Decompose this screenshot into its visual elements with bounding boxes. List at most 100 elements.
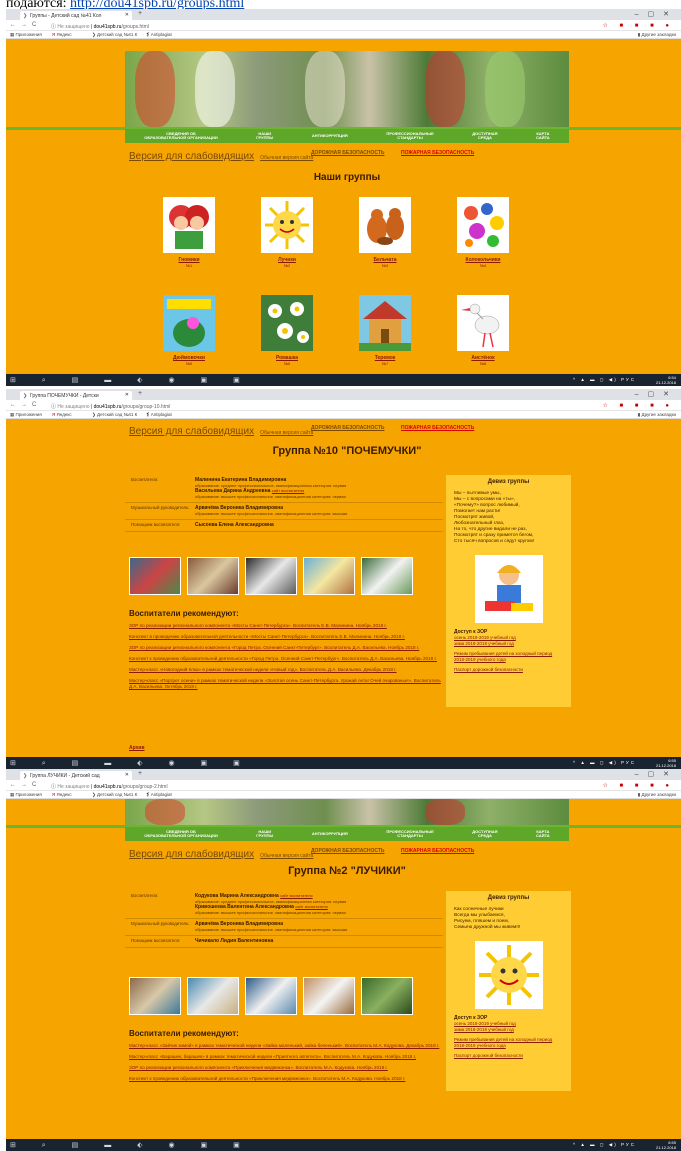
teacher-site-link[interactable]: сайт воспитателя (280, 893, 312, 898)
road-safety-link[interactable]: ДОРОЖНАЯ БЕЗОПАСНОСТЬ (311, 425, 384, 431)
group-card[interactable]: Дюймовочки №5 (154, 295, 224, 366)
menu-item-sitemap[interactable]: КАРТА САЙТА (536, 131, 550, 141)
zor-link[interactable]: зима 2018-2019 учебный год (454, 641, 563, 647)
road-passport-link[interactable]: Паспорт дорожной безопасности (454, 1053, 563, 1059)
group-photo[interactable] (129, 977, 181, 1015)
system-tray[interactable]: ^ ▲ ▬ ◻ ◀) РУС (573, 1142, 636, 1148)
group-photo[interactable] (129, 557, 181, 595)
group-card[interactable]: Аистёнок №8 (448, 295, 518, 366)
group-card[interactable]: Колокольчики №4 (448, 197, 518, 268)
recommend-link[interactable]: Мастер-класс «Портрет осени» в рамках те… (129, 678, 449, 690)
fire-safety-link[interactable]: ПОЖАРНАЯ БЕЗОПАСНОСТЬ (401, 150, 474, 156)
menu-item-info[interactable]: СВЕДЕНИЯ ОБ ОБРАЗОВАТЕЛЬНОЙ ОРГАНИЗАЦИИ (144, 829, 217, 839)
cold-period-link[interactable]: Режим пребывания детей на холодный перио… (454, 651, 563, 662)
bookmark-yandex[interactable]: Я Яндекс (52, 792, 72, 797)
cold-period-link[interactable]: Режим пребывания детей на холодный перио… (454, 1037, 563, 1048)
group-photo[interactable] (245, 557, 297, 595)
new-tab-button[interactable]: + (138, 10, 142, 17)
close-tab-icon[interactable]: ✕ (125, 12, 129, 18)
recommend-link[interactable]: Мастер-класс «Барашек, барашек» в рамках… (129, 1054, 449, 1060)
group-photo[interactable] (303, 557, 355, 595)
bookmark-antiplagiat[interactable]: ❡ Antiplagiat (146, 412, 172, 418)
extension-icons[interactable]: ☆ ■ ■ ■ ● (602, 22, 674, 29)
taskbar-app-icons[interactable]: ⊞ ⌕ ▤ ▬ ⬖ ◉ ▣ ▣ (10, 376, 252, 385)
group-photo[interactable] (361, 557, 413, 595)
menu-item-standards[interactable]: ПРОФЕССИОНАЛЬНЫЕ СТАНДАРТЫ (386, 829, 433, 839)
bookmark-yandex[interactable]: Я Яндекс (52, 412, 72, 417)
menu-item-anticorruption[interactable]: АНТИКОРРУПЦИЯ (312, 831, 348, 837)
road-safety-link[interactable]: ДОРОЖНАЯ БЕЗОПАСНОСТЬ (311, 848, 384, 854)
vision-impaired-link[interactable]: Версия для слабовидящих (129, 849, 254, 860)
normal-version-link[interactable]: Обычная версия сайта (260, 430, 313, 436)
menu-item-anticorruption[interactable]: АНТИКОРРУПЦИЯ (312, 133, 348, 139)
road-passport-link[interactable]: Паспорт дорожной безопасности (454, 667, 563, 673)
bookmark-other[interactable]: ▮ Другие закладки (638, 32, 676, 38)
bookmark-dou[interactable]: ❯ Детский сад №41 К (92, 32, 137, 38)
menu-item-info[interactable]: СВЕДЕНИЯ ОБ ОБРАЗОВАТЕЛЬНОЙ ОРГАНИЗАЦИИ (144, 131, 217, 141)
close-tab-icon[interactable]: ✕ (125, 772, 129, 778)
bookmark-other[interactable]: ▮ Другие закладки (638, 412, 676, 418)
group-photo[interactable] (245, 977, 297, 1015)
group-photo[interactable] (361, 977, 413, 1015)
zor-link[interactable]: зима 2018-2019 учебный год (454, 1027, 563, 1033)
taskbar-app-icons[interactable]: ⊞ ⌕ ▤ ▬ ⬖ ◉ ▣ ▣ (10, 759, 252, 768)
recommend-link[interactable]: Конспект к проведению образовательной де… (129, 656, 449, 662)
group-photo[interactable] (303, 977, 355, 1015)
teacher-site-link[interactable]: сайт воспитателя (295, 904, 327, 909)
bookmark-apps[interactable]: ▦ Приложения (10, 412, 42, 418)
url-field[interactable]: ⓘ Не защищено | dou41spb.ru/groups.html (51, 23, 149, 30)
group-photo[interactable] (187, 557, 239, 595)
close-tab-icon[interactable]: ✕ (125, 392, 129, 398)
menu-item-sitemap[interactable]: КАРТА САЙТА (536, 829, 550, 839)
system-tray[interactable]: ^ ▲ ▬ ◻ ◀) РУС (573, 377, 636, 383)
nav-buttons[interactable]: ←→C (10, 402, 41, 408)
archive-link[interactable]: Архив (129, 745, 145, 751)
group-card[interactable]: Гномики №1 (154, 197, 224, 268)
bookmark-apps[interactable]: ▦ Приложения (10, 32, 42, 38)
browser-tab[interactable]: ❯ Группа ПОЧЕМУЧКИ - Детски ✕ (20, 391, 132, 400)
recommend-link[interactable]: Конспект в проведению образовательной де… (129, 634, 449, 640)
road-safety-link[interactable]: ДОРОЖНАЯ БЕЗОПАСНОСТЬ (311, 150, 384, 156)
vision-impaired-link[interactable]: Версия для слабовидящих (129, 151, 254, 162)
new-tab-button[interactable]: + (138, 770, 142, 777)
window-controls[interactable]: –▢✕ (635, 770, 678, 778)
browser-tab[interactable]: ❯ Группа ЛУЧИКИ - Детский сад ✕ (20, 771, 132, 780)
bookmark-apps[interactable]: ▦ Приложения (10, 792, 42, 798)
normal-version-link[interactable]: Обычная версия сайта (260, 853, 313, 859)
system-tray[interactable]: ^ ▲ ▬ ◻ ◀) РУС (573, 760, 636, 766)
recommend-link[interactable]: ЗОР по реализации регионального компонен… (129, 623, 449, 629)
recommend-link[interactable]: ЗОР по реализации регионального компонен… (129, 645, 449, 651)
bookmark-dou[interactable]: ❯ Детский сад №41 К (92, 412, 137, 418)
extension-icons[interactable]: ☆ ■ ■ ■ ● (602, 782, 674, 789)
menu-item-groups[interactable]: НАШИ ГРУППЫ (256, 131, 273, 141)
menu-item-accessible[interactable]: ДОСТУПНАЯ СРЕДА (472, 131, 497, 141)
browser-tab[interactable]: ❯ Группы - Детский сад №41 Кол ✕ (20, 11, 132, 20)
group-card[interactable]: Ромашка №6 (252, 295, 322, 366)
window-controls[interactable]: –▢✕ (635, 390, 678, 398)
group-card[interactable]: Теремок №7 (350, 295, 420, 366)
menu-item-standards[interactable]: ПРОФЕССИОНАЛЬНЫЕ СТАНДАРТЫ (386, 131, 433, 141)
window-controls[interactable]: –▢✕ (635, 10, 678, 18)
group-photo[interactable] (187, 977, 239, 1015)
group-card[interactable]: Лучики №2 (252, 197, 322, 268)
url-field[interactable]: ⓘ Не защищено | dou41spb.ru/groups/group… (51, 783, 168, 790)
recommend-link[interactable]: Мастер-класс «Зайчик зимой» в рамках тем… (129, 1043, 449, 1049)
clock[interactable]: 6:55 21.12.2018 (656, 1140, 676, 1150)
nav-buttons[interactable]: ←→C (10, 22, 41, 28)
url-field[interactable]: ⓘ Не защищено | dou41spb.ru/groups/group… (51, 403, 170, 410)
recommend-link[interactable]: Конспект к проведению образовательной де… (129, 1076, 449, 1082)
group-card[interactable]: Бельчата №3 (350, 197, 420, 268)
bookmark-dou[interactable]: ❯ Детский сад №41 К (92, 792, 137, 798)
clock[interactable]: 6:54 21.12.2018 (656, 375, 676, 385)
new-tab-button[interactable]: + (138, 390, 142, 397)
fire-safety-link[interactable]: ПОЖАРНАЯ БЕЗОПАСНОСТЬ (401, 848, 474, 854)
teacher-site-link[interactable]: сайт воспитателя (272, 488, 304, 493)
menu-item-groups[interactable]: НАШИ ГРУППЫ (256, 829, 273, 839)
bookmark-other[interactable]: ▮ Другие закладки (638, 792, 676, 798)
extension-icons[interactable]: ☆ ■ ■ ■ ● (602, 402, 674, 409)
recommend-link[interactable]: ЗОР по реализации регионального компонен… (129, 1065, 449, 1071)
taskbar-app-icons[interactable]: ⊞ ⌕ ▤ ▬ ⬖ ◉ ▣ ▣ (10, 1141, 252, 1150)
bookmark-antiplagiat[interactable]: ❡ Antiplagiat (146, 32, 172, 38)
normal-version-link[interactable]: Обычная версия сайта (260, 155, 313, 161)
clock[interactable]: 6:55 21.12.2018 (656, 758, 676, 768)
